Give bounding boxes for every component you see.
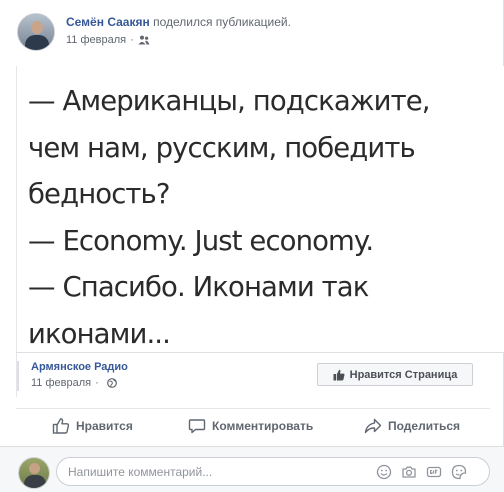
share-label: Поделиться <box>388 419 461 433</box>
shared-divider <box>17 361 19 391</box>
image-text-line: — Американцы, подскажите, <box>28 85 431 117</box>
image-text-line: иконами... <box>28 317 171 350</box>
meta-separator: · <box>130 34 134 46</box>
like-icon <box>52 418 70 434</box>
like-button[interactable]: Нравится <box>52 417 133 435</box>
shared-page-block: Армянское Радио 11 февраля · Нравится Ст… <box>16 352 504 397</box>
author-avatar[interactable] <box>17 13 55 51</box>
like-label: Нравится <box>76 419 133 433</box>
emoji-icon[interactable] <box>376 464 392 480</box>
author-name[interactable]: Семён Саакян <box>66 15 150 29</box>
shared-page-meta: 11 февраля · <box>31 377 117 389</box>
author-line: Семён Саакян поделился публикацией. <box>66 15 291 29</box>
post-header: Семён Саакян поделился публикацией. 11 ф… <box>0 0 504 65</box>
comment-composer <box>0 446 504 492</box>
post-action-text: поделился публикацией. <box>153 15 291 29</box>
post-image[interactable]: — Американцы, подскажите, чем нам, русск… <box>16 66 504 352</box>
globe-icon[interactable] <box>106 378 117 388</box>
image-text-line: бедность? <box>28 178 170 210</box>
meta-separator: · <box>95 377 99 389</box>
shared-date[interactable]: 11 февраля <box>31 377 91 389</box>
comment-label: Комментировать <box>212 419 314 433</box>
like-page-button[interactable]: Нравится Страница <box>317 363 473 386</box>
sticker-icon[interactable] <box>451 464 467 480</box>
image-text-line: чем нам, русским, победить <box>28 131 416 164</box>
post-date[interactable]: 11 февраля <box>66 34 126 46</box>
shared-page-name[interactable]: Армянское Радио <box>31 361 128 373</box>
camera-icon[interactable] <box>401 464 417 480</box>
gif-icon[interactable] <box>426 464 442 480</box>
comment-icon <box>188 419 206 434</box>
image-text-line: — Спасибо. Иконами так <box>28 271 369 303</box>
post-card: Семён Саакян поделился публикацией. 11 ф… <box>0 0 504 492</box>
viewer-avatar[interactable] <box>18 457 50 489</box>
friends-icon[interactable] <box>138 35 150 45</box>
like-page-label: Нравится Страница <box>349 368 458 381</box>
image-text: — Американцы, подскажите, чем нам, русск… <box>28 78 498 352</box>
share-button[interactable]: Поделиться <box>364 417 460 435</box>
comment-tools <box>376 464 467 480</box>
image-text-line: — Economy. Just economy. <box>28 224 374 257</box>
thumbs-up-icon <box>333 369 345 380</box>
share-icon <box>364 418 382 434</box>
post-meta: 11 февраля · <box>66 34 150 46</box>
comment-button[interactable]: Комментировать <box>188 417 313 435</box>
post-actions: Нравится Комментировать Поделиться <box>16 408 490 440</box>
